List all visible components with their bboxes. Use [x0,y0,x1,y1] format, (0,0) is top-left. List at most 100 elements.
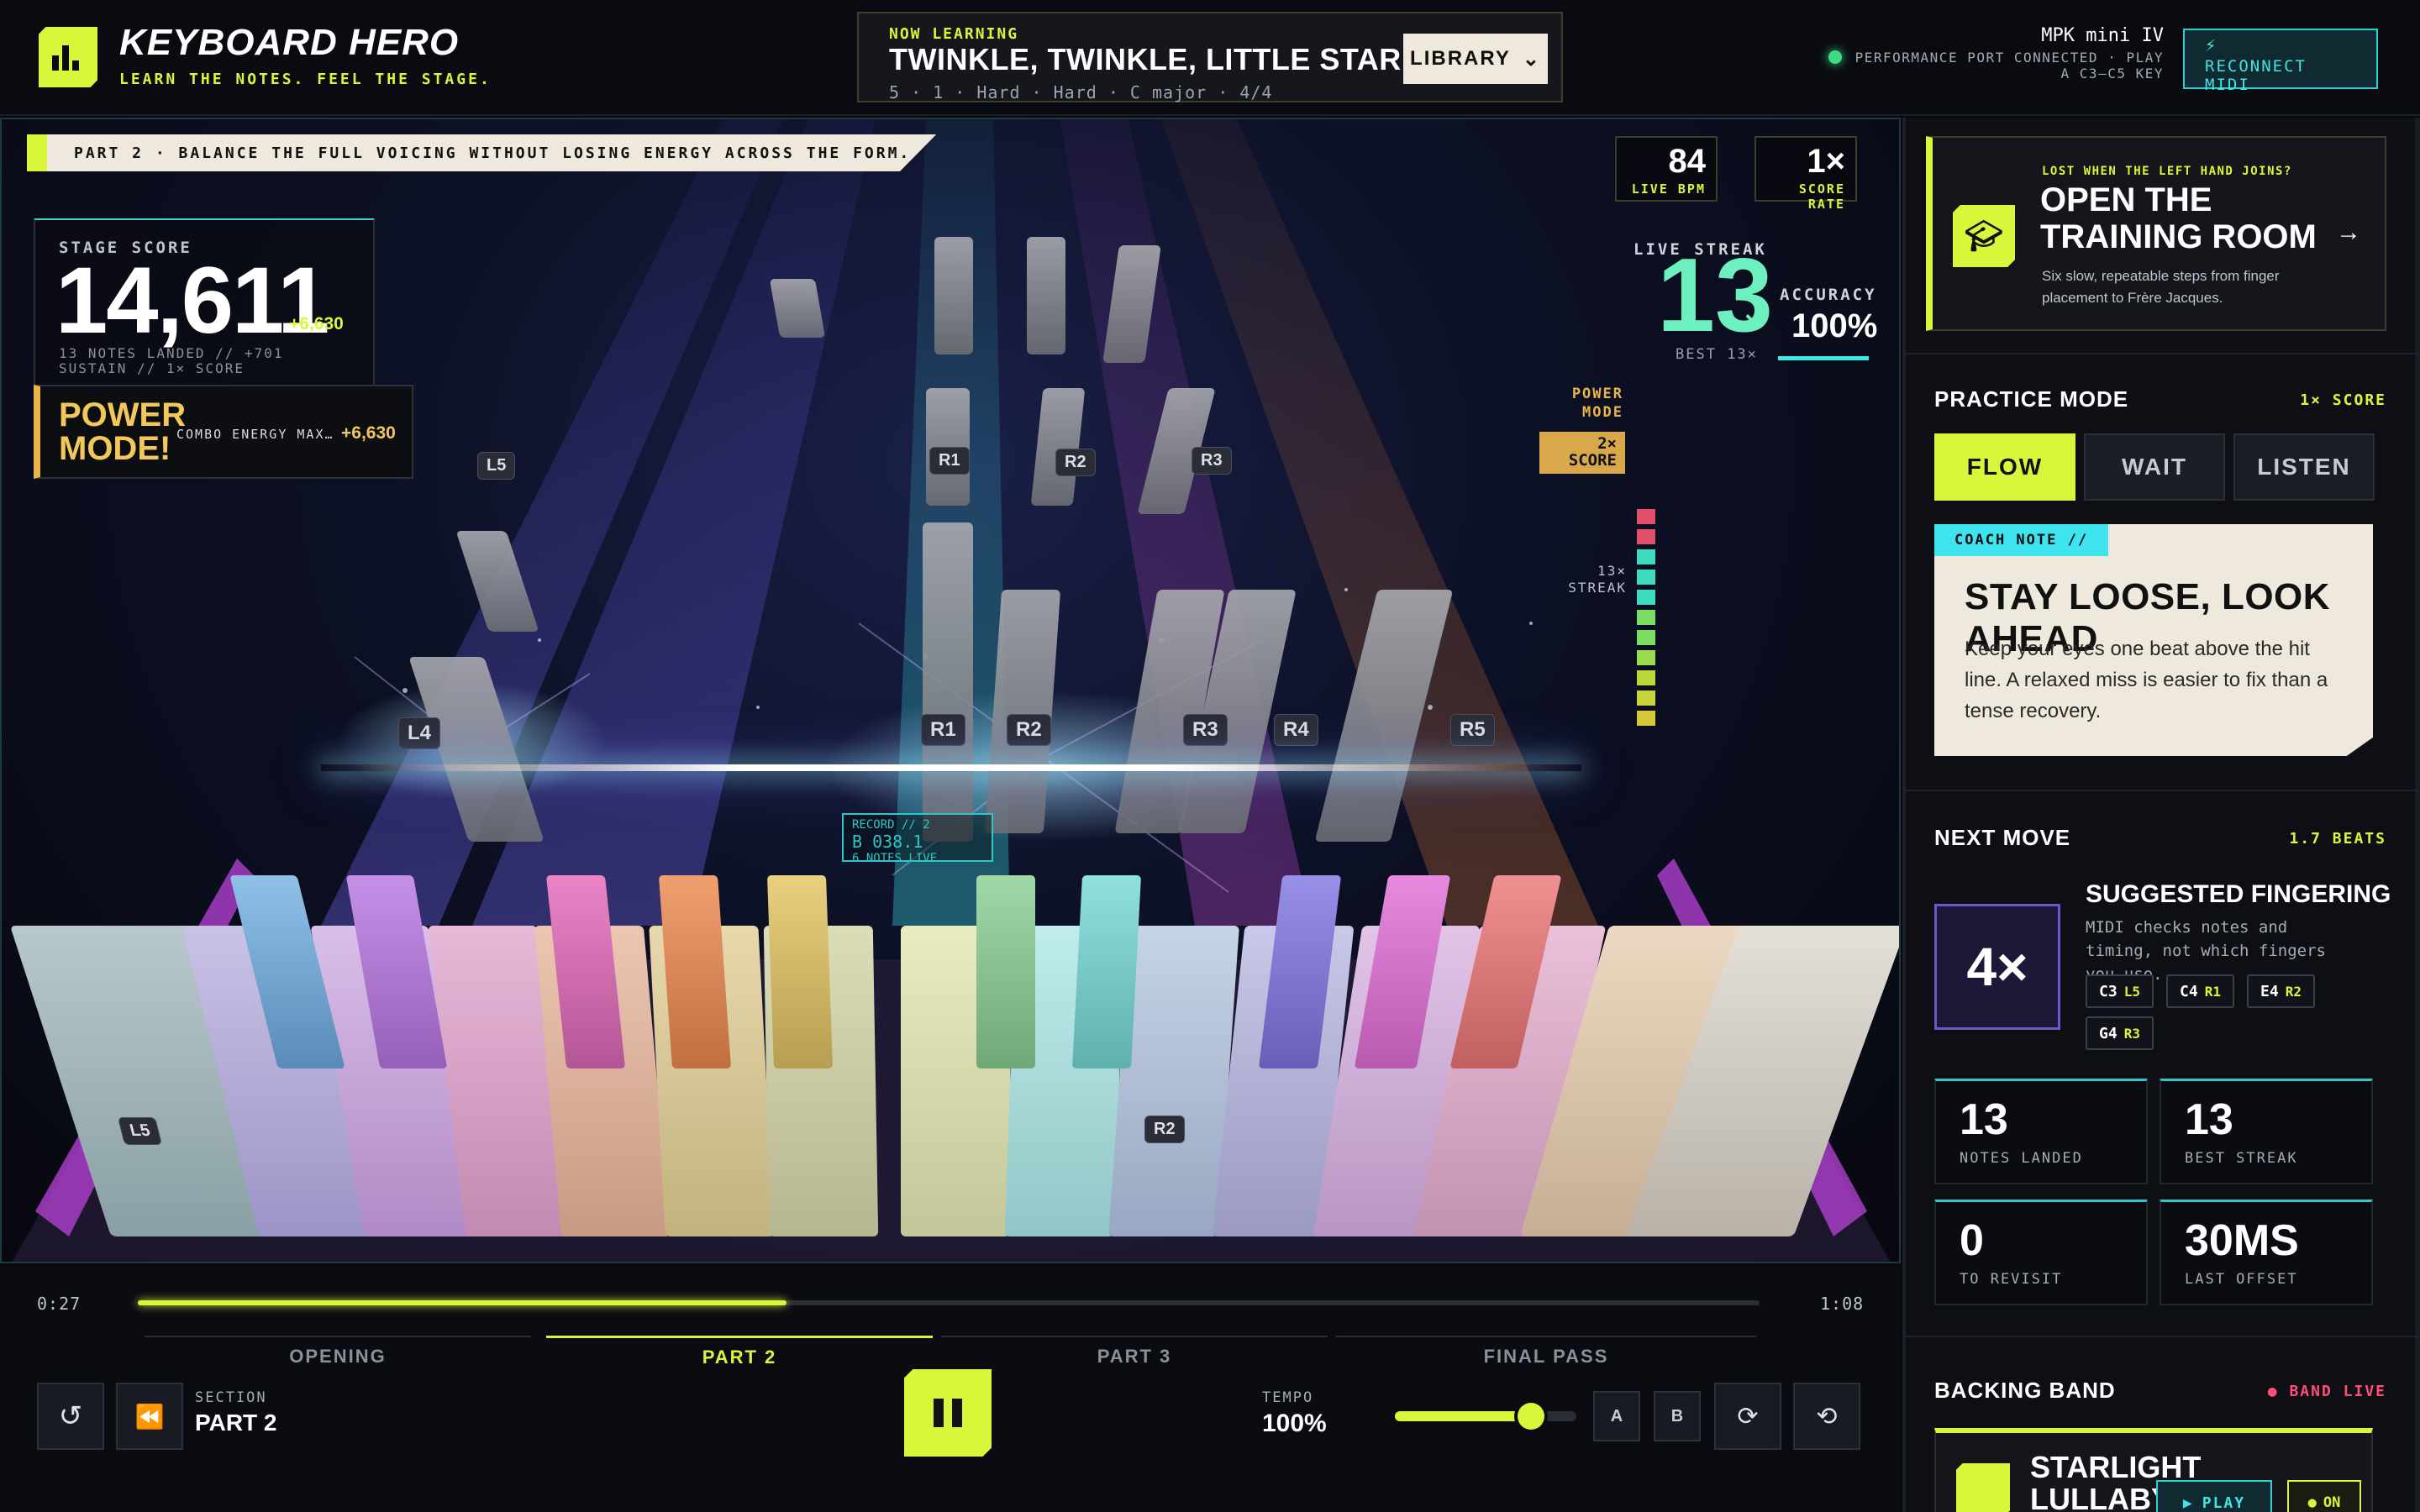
transport-bar: 0:27 1:08 OPENING PART 2 PART 3 FINAL PA… [0,1265,1901,1512]
stat-to-revisit: 0 TO REVISIT [1934,1200,2148,1305]
power-meter-streak: 13× STREAK [1556,563,1627,596]
finger-tag: R2 [1144,1116,1185,1143]
next-move-beats: 1.7 BEATS [2289,830,2386,848]
backing-band-title: BACKING BAND [1934,1378,2116,1403]
divider [1906,790,2420,791]
chip-note: G4 [2099,1024,2118,1042]
library-label: LIBRARY [1410,47,1511,70]
power-meter-segment [1637,670,1655,685]
power-mode-title: POWER MODE! [59,398,186,465]
chip-finger: R3 [2123,1025,2140,1042]
stat-label: TO REVISIT [1960,1271,2063,1288]
tempo-label: TEMPO [1262,1389,1314,1406]
band-play-label: PLAY [2202,1494,2246,1512]
pause-icon [934,1399,944,1427]
power-meter-badge-line: 2× [1597,434,1617,453]
chip-finger: R2 [2285,983,2302,1000]
stat-value: 0 [1960,1216,1984,1265]
fingering-chip: C3 L5 [2086,974,2154,1008]
live-bpm-value: 84 [1668,143,1707,180]
band-toggle-button[interactable]: ● ON [2287,1480,2361,1512]
fingering-chip: G4 R3 [2086,1016,2154,1050]
song-progress-fill [138,1300,786,1305]
tempo-value: 100% [1262,1410,1327,1437]
band-live-status: ● BAND LIVE [2267,1383,2386,1400]
band-play-button[interactable]: ▶ PLAY [2156,1480,2272,1512]
power-meter-segment [1637,509,1655,524]
training-desc: Six slow, repeatable steps from finger p… [2042,268,2280,306]
section-tab-part-3[interactable]: PART 3 [941,1336,1328,1368]
mode-wait-button[interactable]: WAIT [2084,433,2225,501]
piano-black-key[interactable] [1071,875,1142,1068]
power-meter-badge: 2× SCORE [1539,432,1625,474]
loop-section-button[interactable]: ⟲ [1793,1383,1860,1450]
score-sub-line: 13 NOTES LANDED // +701 [59,345,284,361]
pause-button[interactable] [904,1369,992,1457]
song-progress[interactable] [138,1300,1760,1305]
loop-icon: ⟳ [1737,1402,1759,1431]
score-rate-card: 1× SCORE RATE [1754,136,1857,212]
piano-black-key[interactable] [976,875,1035,1068]
chip-finger: L5 [2123,983,2140,1000]
power-meter-badge-line: SCORE [1568,451,1617,470]
score-sub-line: SUSTAIN // 1× SCORE [59,360,245,376]
power-meter-label-line: MODE [1582,404,1623,421]
section-banner: PART 2 · BALANCE THE FULL VOICING WITHOU… [27,134,937,171]
score-gain: +6,630 [289,314,344,333]
now-learning-label: NOW LEARNING [889,25,1019,43]
accuracy-label: ACCURACY [1780,286,1877,304]
training-room-card[interactable]: 🎓︎ LOST WHEN THE LEFT HAND JOINS? OPEN T… [1926,136,2386,331]
piano-black-key[interactable] [766,875,834,1068]
stat-value: 13 [1960,1095,2008,1144]
fingering-chip: E4 R2 [2247,974,2315,1008]
waveform-icon [1956,1463,2010,1512]
power-meter-segment [1637,610,1655,625]
rewind-button[interactable]: ⏪ [116,1383,183,1450]
stat-label: NOTES LANDED [1960,1150,2083,1167]
section-label: SECTION [195,1389,267,1406]
graduation-cap-icon: 🎓︎ [1953,205,2015,267]
power-meter-streak-line: 13× [1597,563,1627,579]
practice-mode-title: PRACTICE MODE [1934,386,2129,412]
power-combo: COMBO ENERGY MAX… [176,427,334,442]
tempo-slider-knob[interactable] [1518,1403,1544,1430]
chip-note: C4 [2180,982,2198,1000]
reconnect-label: RECONNECT MIDI [2205,57,2307,94]
power-meter-segment [1637,650,1655,665]
pause-icon [952,1399,962,1427]
power-gain: +6,630 [341,423,396,443]
loop-b-button[interactable]: B [1654,1391,1701,1441]
power-meter-segment [1637,690,1655,706]
power-meter-label-line: POWER [1571,386,1623,402]
app-root: KEYBOARD HERO LEARN THE NOTES. FEEL THE … [0,0,2420,1512]
section-tab-final-pass[interactable]: FINAL PASS [1336,1336,1756,1368]
library-button[interactable]: LIBRARY ⌄ [1403,34,1548,84]
power-meter-segment [1637,711,1655,726]
power-title-line: POWER [59,396,187,433]
rewind-icon: ⏪ [134,1403,165,1430]
accuracy-value: 100% [1791,307,1878,344]
loop-button[interactable]: ⟳ [1714,1383,1781,1450]
mode-flow-button[interactable]: FLOW [1934,433,2075,501]
piano-black-key[interactable] [658,875,732,1068]
tempo-readout: TEMPO 100% [1262,1389,1327,1438]
brand-subtitle: LEARN THE NOTES. FEEL THE STAGE. [119,71,492,88]
hud-line: RECORD // 2 [852,818,930,832]
power-meter-label: POWER MODE [1553,385,1623,422]
stat-value: 30MS [2185,1216,2299,1265]
loop-a-button[interactable]: A [1593,1391,1640,1441]
score-value: 14,611 [55,248,329,353]
divider [1906,1336,2420,1337]
live-bpm-card: 84 LIVE BPM [1615,136,1718,202]
best-streak: BEST 13× [1676,346,1758,363]
tempo-slider[interactable] [1395,1403,1576,1430]
restart-button[interactable]: ↺ [37,1383,104,1450]
stat-best-streak: 13 BEST STREAK [2160,1079,2373,1184]
section-tab-opening[interactable]: OPENING [145,1336,531,1368]
power-title-line: MODE! [59,430,171,467]
reconnect-midi-button[interactable]: ⚡ RECONNECT MIDI [2183,29,2378,94]
mode-listen-button[interactable]: LISTEN [2233,433,2375,501]
section-tab-part-2[interactable]: PART 2 [546,1336,933,1368]
play-icon: ▶ [2182,1494,2194,1512]
section-value: PART 2 [195,1410,277,1436]
